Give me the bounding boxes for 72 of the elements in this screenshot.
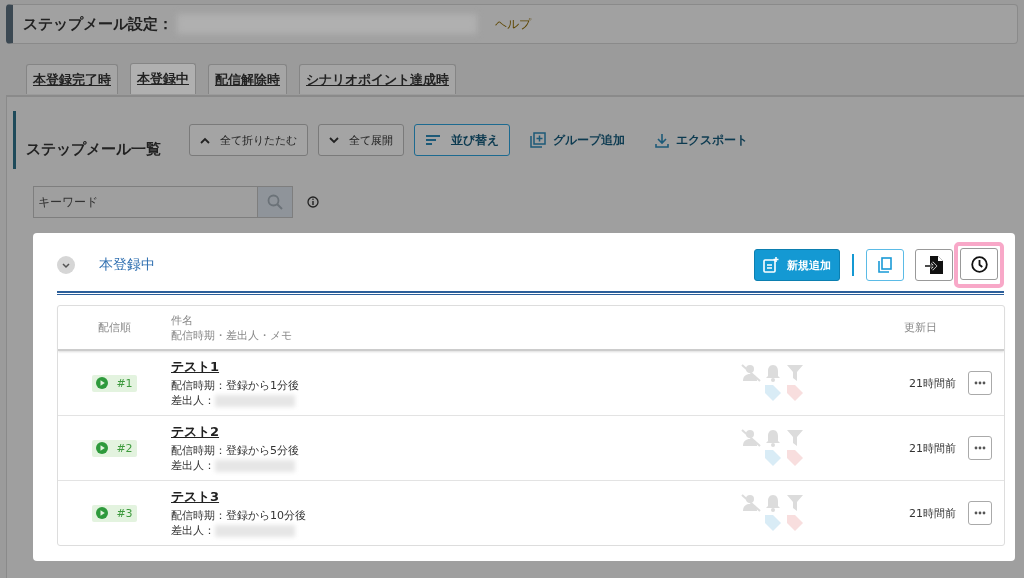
bell-icon	[765, 494, 781, 512]
copy-icon	[877, 256, 893, 274]
tag-icon	[764, 449, 782, 467]
sender-label: 差出人：	[171, 393, 215, 408]
tab[interactable]: 本登録中	[130, 63, 196, 94]
play-icon	[96, 442, 109, 454]
person-slash-icon	[741, 494, 761, 512]
more-icon	[974, 446, 986, 450]
play-icon	[96, 507, 109, 519]
page-title: ステップメール設定：	[23, 14, 173, 34]
chevron-down-icon	[329, 136, 339, 144]
person-slash-icon	[741, 429, 761, 447]
import-button[interactable]	[915, 249, 953, 281]
sort-icon	[425, 134, 441, 146]
info-icon[interactable]	[307, 196, 319, 208]
updated-time: 21時間前	[908, 375, 956, 391]
mail-subject-link[interactable]: テスト1	[171, 358, 471, 376]
timing-text: 配信時期：登録から10分後	[171, 508, 307, 523]
column-header: 件名	[171, 312, 194, 328]
mail-subject-link[interactable]: テスト2	[171, 423, 471, 441]
sort-button[interactable]: 並び替え	[414, 124, 510, 156]
order-badge: #1	[92, 374, 137, 392]
add-group-icon	[530, 132, 546, 148]
collapse-button[interactable]: 全て折りたたむ	[189, 124, 308, 156]
tag-icon	[764, 384, 782, 402]
search-field[interactable]: キーワード	[33, 186, 257, 218]
collapse-toggle-icon[interactable]	[57, 256, 75, 274]
sender-label: 差出人：	[171, 523, 215, 538]
tab[interactable]: 配信解除時	[208, 64, 287, 94]
sender-label: 差出人：	[171, 458, 215, 473]
column-subheader: 配信時期・差出人・メモ	[171, 327, 293, 343]
filter-icon	[786, 429, 804, 447]
column-header: 更新日	[903, 320, 938, 335]
column-header: 配信順	[97, 320, 132, 335]
tab[interactable]: 本登録完了時	[26, 64, 118, 94]
tag-icon	[764, 514, 782, 532]
clock-icon	[970, 255, 988, 273]
help-link[interactable]: ヘルプ	[495, 15, 531, 33]
download-icon	[655, 132, 669, 148]
play-icon	[96, 377, 109, 389]
filter-icon	[786, 494, 804, 512]
order-badge: #3	[92, 504, 137, 522]
more-icon	[974, 381, 986, 385]
group-title: 本登録中	[99, 256, 155, 274]
file-import-icon	[924, 255, 944, 275]
new-document-icon	[763, 257, 779, 273]
tab[interactable]: シナリオポイント達成時	[299, 64, 456, 94]
history-button[interactable]	[960, 248, 998, 280]
more-button[interactable]	[968, 501, 992, 525]
timing-text: 配信時期：登録から5分後	[171, 443, 300, 458]
bell-icon	[765, 364, 781, 382]
timing-text: 配信時期：登録から1分後	[171, 378, 300, 393]
chevron-up-icon	[200, 136, 210, 144]
group-button[interactable]: グループ追加	[520, 124, 635, 156]
order-badge: #2	[92, 439, 137, 457]
mail-subject-link[interactable]: テスト3	[171, 488, 471, 506]
tag-icon	[786, 384, 804, 402]
updated-time: 21時間前	[908, 505, 956, 521]
copy-button[interactable]	[866, 249, 904, 281]
more-icon	[974, 511, 986, 515]
more-button[interactable]	[968, 371, 992, 395]
updated-time: 21時間前	[908, 440, 956, 456]
search-icon	[267, 194, 283, 210]
section-title: ステップメール一覧	[26, 139, 161, 159]
person-slash-icon	[741, 364, 761, 382]
expand-button[interactable]: 全て展開	[318, 124, 404, 156]
tag-icon	[786, 514, 804, 532]
filter-icon	[786, 364, 804, 382]
tag-icon	[786, 449, 804, 467]
export-button[interactable]: エクスポート	[645, 124, 758, 156]
bell-icon	[765, 429, 781, 447]
more-button[interactable]	[968, 436, 992, 460]
